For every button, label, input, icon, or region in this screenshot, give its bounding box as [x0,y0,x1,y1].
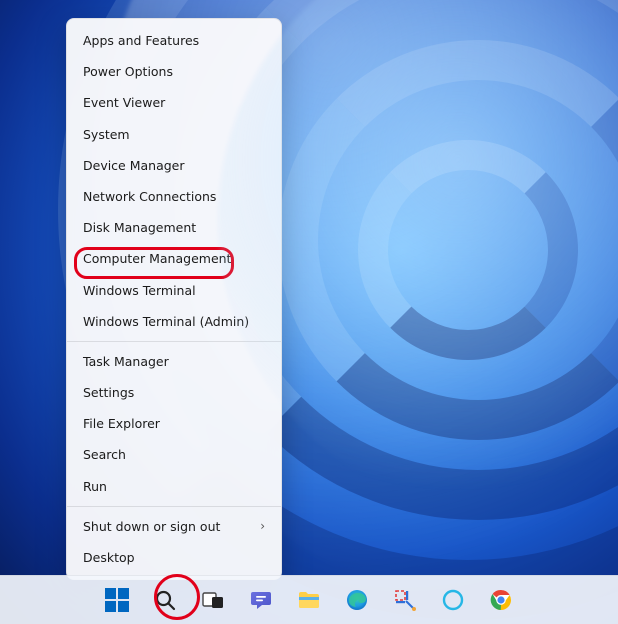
task-view-icon [201,588,225,612]
menu-item-run[interactable]: Run [67,471,281,502]
menu-item-system[interactable]: System [67,119,281,150]
menu-item-label: Run [83,471,107,502]
menu-separator [67,506,281,507]
menu-item-desktop[interactable]: Desktop [67,542,281,573]
menu-item-apps-and-features[interactable]: Apps and Features [67,25,281,56]
menu-item-label: Task Manager [83,346,169,377]
menu-item-label: Apps and Features [83,25,199,56]
snipping-tool-button[interactable] [385,580,425,620]
snip-icon [393,588,417,612]
taskbar [0,575,618,624]
task-view-button[interactable] [193,580,233,620]
menu-item-event-viewer[interactable]: Event Viewer [67,87,281,118]
menu-item-label: Power Options [83,56,173,87]
menu-item-settings[interactable]: Settings [67,377,281,408]
menu-item-windows-terminal-admin[interactable]: Windows Terminal (Admin) [67,306,281,337]
menu-item-search[interactable]: Search [67,439,281,470]
file-explorer-button[interactable] [289,580,329,620]
menu-item-label: Shut down or sign out [83,511,220,542]
menu-item-task-manager[interactable]: Task Manager [67,346,281,377]
menu-item-label: Device Manager [83,150,185,181]
menu-item-label: Event Viewer [83,87,165,118]
menu-item-label: Computer Management [83,243,231,274]
menu-item-label: Disk Management [83,212,196,243]
menu-item-label: Windows Terminal (Admin) [83,306,249,337]
chrome-button[interactable] [481,580,521,620]
menu-item-disk-management[interactable]: Disk Management [67,212,281,243]
menu-item-label: Desktop [83,542,135,573]
menu-item-device-manager[interactable]: Device Manager [67,150,281,181]
desktop-wallpaper: Apps and FeaturesPower OptionsEvent View… [0,0,618,624]
menu-item-power-options[interactable]: Power Options [67,56,281,87]
menu-separator [67,341,281,342]
menu-item-label: Search [83,439,126,470]
edge-button[interactable] [337,580,377,620]
file-explorer-icon [297,588,321,612]
chat-icon [249,588,273,612]
menu-item-label: System [83,119,130,150]
cortana-icon [441,588,465,612]
menu-item-file-explorer[interactable]: File Explorer [67,408,281,439]
menu-item-computer-management[interactable]: Computer Management [67,243,281,274]
chrome-icon [489,588,513,612]
windows-logo-icon [105,588,129,612]
cortana-button[interactable] [433,580,473,620]
start-button[interactable] [97,580,137,620]
menu-item-label: Windows Terminal [83,275,196,306]
menu-item-windows-terminal[interactable]: Windows Terminal [67,275,281,306]
search-button[interactable] [145,580,185,620]
menu-item-label: Settings [83,377,134,408]
menu-item-shut-down-or-sign-out[interactable]: Shut down or sign out › [67,511,281,542]
winx-context-menu: Apps and FeaturesPower OptionsEvent View… [66,18,282,580]
search-icon [153,588,177,612]
menu-item-label: Network Connections [83,181,216,212]
menu-item-network-connections[interactable]: Network Connections [67,181,281,212]
chevron-right-icon: › [260,511,265,542]
menu-item-label: File Explorer [83,408,160,439]
chat-button[interactable] [241,580,281,620]
edge-icon [345,588,369,612]
